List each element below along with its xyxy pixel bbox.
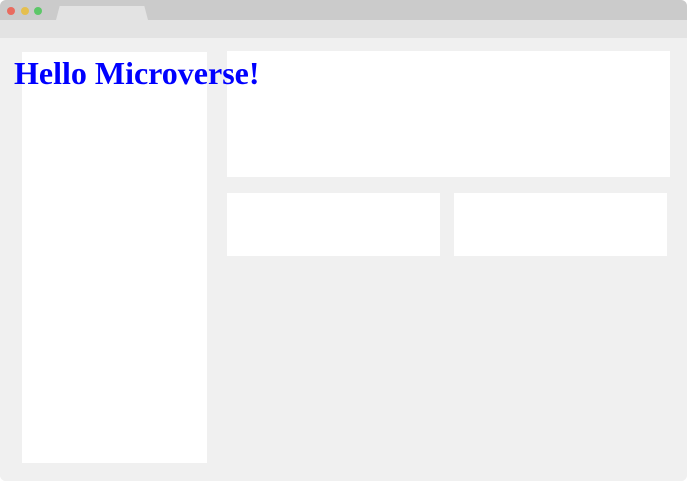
hero-panel: [227, 51, 670, 177]
page-content: [0, 38, 687, 481]
card-right: [454, 193, 667, 256]
card-left: [227, 193, 440, 256]
minimize-window-button[interactable]: [21, 7, 29, 15]
browser-tab[interactable]: [56, 6, 148, 20]
title-bar: [0, 0, 687, 20]
browser-toolbar: [0, 20, 687, 38]
page-heading: Hello Microverse!: [14, 55, 260, 91]
close-window-button[interactable]: [7, 7, 15, 15]
zoom-window-button[interactable]: [34, 7, 42, 15]
sidebar-panel: [22, 52, 207, 463]
browser-window: Hello Microverse!: [0, 0, 687, 481]
